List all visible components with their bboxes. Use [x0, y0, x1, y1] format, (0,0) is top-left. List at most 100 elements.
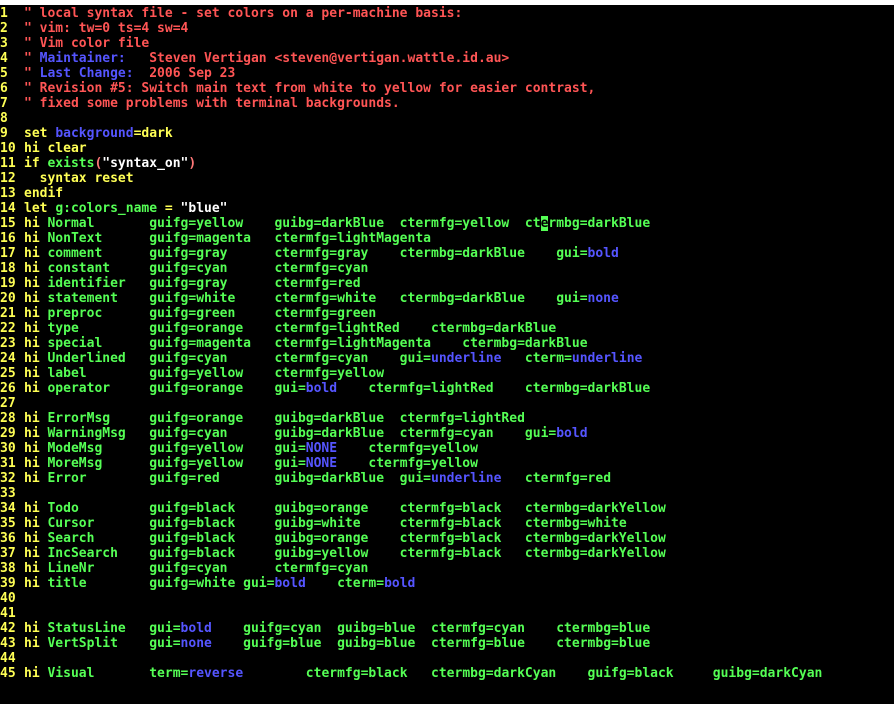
line-number: 39	[0, 576, 16, 591]
code-token: endif	[24, 186, 64, 201]
code-token: hi	[24, 321, 48, 336]
code-token: hi clear	[24, 141, 87, 156]
code-token: g:colors_name	[55, 201, 158, 216]
line-number: 1	[0, 6, 8, 21]
code-token: 2006 Sep 23	[133, 66, 236, 81]
line-number: 37	[0, 546, 16, 561]
editor-line[interactable]: 38 hi LineNr guifg=cyan ctermfg=cyan	[0, 561, 894, 576]
code-token: if	[24, 156, 48, 171]
editor-line[interactable]: 19 hi identifier guifg=gray ctermfg=red	[0, 276, 894, 291]
code-token: NONE	[305, 456, 338, 471]
editor-line[interactable]: 1 " local syntax file - set colors on a p…	[0, 6, 894, 21]
code-token: )	[188, 156, 197, 171]
code-token: WarningMsg guifg=cyan guibg=darkBlue cte…	[47, 426, 557, 441]
code-token: hi	[24, 576, 48, 591]
editor-line[interactable]: 30 hi ModeMsg guifg=yellow gui=NONE cterm…	[0, 441, 894, 456]
code-token: LineNr guifg=cyan ctermfg=cyan	[47, 561, 369, 576]
line-number: 31	[0, 456, 16, 471]
editor-line[interactable]: 4 " Maintainer: Steven Vertigan <steven@v…	[0, 51, 894, 66]
code-token: =	[157, 201, 181, 216]
editor-line[interactable]: 20 hi statement guifg=white ctermfg=white…	[0, 291, 894, 306]
line-number: 12	[0, 171, 16, 186]
buffer-text[interactable]: 1 " local syntax file - set colors on a p…	[0, 5, 894, 681]
line-number: 10	[0, 141, 16, 156]
code-token: let	[24, 201, 56, 216]
editor-line[interactable]: 12 syntax reset	[0, 171, 894, 186]
line-number: 6	[0, 81, 8, 96]
editor-line[interactable]: 7 " fixed some problems with terminal bac…	[0, 96, 894, 111]
code-token: hi	[24, 471, 48, 486]
editor-line[interactable]: 27	[0, 396, 894, 411]
editor-line[interactable]: 39 hi title guifg=white gui=bold cterm=bo…	[0, 576, 894, 591]
editor-line[interactable]: 14 let g:colors_name = "blue"	[0, 201, 894, 216]
editor-line[interactable]: 3 " Vim color file	[0, 36, 894, 51]
editor-line[interactable]: 17 hi comment guifg=gray ctermfg=gray cte…	[0, 246, 894, 261]
code-token: hi	[24, 636, 48, 651]
line-number: 16	[0, 231, 16, 246]
code-token: none	[180, 636, 212, 651]
editor-line[interactable]: 42 hi StatusLine gui=bold guifg=cyan guib…	[0, 621, 894, 636]
editor-line[interactable]: 29 hi WarningMsg guifg=cyan guibg=darkBlu…	[0, 426, 894, 441]
code-token: bold	[556, 426, 588, 441]
editor-line[interactable]: 22 hi type guifg=orange ctermfg=lightRed …	[0, 321, 894, 336]
editor-line[interactable]: 31 hi MoreMsg guifg=yellow gui=NONE cterm…	[0, 456, 894, 471]
code-token: ctermfg=yellow	[337, 456, 478, 471]
editor-line[interactable]: 34 hi Todo guifg=black guibg=orange cterm…	[0, 501, 894, 516]
line-number: 45	[0, 666, 16, 681]
editor-line[interactable]: 9 set background=dark	[0, 126, 894, 141]
code-token: " fixed some problems with terminal back…	[24, 96, 400, 111]
editor-line[interactable]: 26 hi operator guifg=orange gui=bold cter…	[0, 381, 894, 396]
editor-line[interactable]: 6 " Revision #5: Switch main text from wh…	[0, 81, 894, 96]
line-number: 29	[0, 426, 16, 441]
editor-line[interactable]: 18 hi constant guifg=cyan ctermfg=cyan	[0, 261, 894, 276]
editor-line[interactable]: 10 hi clear	[0, 141, 894, 156]
code-token: operator guifg=orange gui=	[47, 381, 306, 396]
line-number: 18	[0, 261, 16, 276]
code-token: title guifg=white gui=	[47, 576, 275, 591]
editor-line[interactable]: 45 hi Visual term=reverse ctermfg=black c…	[0, 666, 894, 681]
editor-line[interactable]: 15 hi Normal guifg=yellow guibg=darkBlue …	[0, 216, 894, 231]
editor-line[interactable]: 36 hi Search guifg=black guibg=orange cte…	[0, 531, 894, 546]
line-number: 19	[0, 276, 16, 291]
editor-line[interactable]: 44	[0, 651, 894, 666]
editor-line[interactable]: 13 endif	[0, 186, 894, 201]
code-token: hi	[24, 276, 48, 291]
code-token: ctermfg=black ctermbg=darkCyan guifg=bla…	[243, 666, 823, 681]
editor-line[interactable]: 35 hi Cursor guifg=black guibg=white cter…	[0, 516, 894, 531]
editor-line[interactable]: 25 hi label guifg=yellow ctermfg=yellow	[0, 366, 894, 381]
vim-editor[interactable]: 1 " local syntax file - set colors on a p…	[0, 0, 894, 704]
code-token: hi	[24, 456, 48, 471]
code-token: reverse	[188, 666, 244, 681]
editor-line[interactable]: 41	[0, 606, 894, 621]
code-token: hi	[24, 351, 48, 366]
code-token: hi	[24, 531, 48, 546]
editor-line[interactable]: 2 " vim: tw=0 ts=4 sw=4	[0, 21, 894, 36]
editor-line[interactable]: 21 hi preproc guifg=green ctermfg=green	[0, 306, 894, 321]
code-token: hi	[24, 381, 48, 396]
code-token: exists	[47, 156, 95, 171]
line-number: 17	[0, 246, 16, 261]
code-token: ctermfg=lightRed ctermbg=darkBlue	[337, 381, 651, 396]
code-token: hi	[24, 546, 48, 561]
editor-line[interactable]: 37 hi IncSearch guifg=black guibg=yellow …	[0, 546, 894, 561]
code-token: bold	[384, 576, 416, 591]
editor-line[interactable]: 11 if exists("syntax_on")	[0, 156, 894, 171]
editor-line[interactable]: 43 hi VertSplit gui=none guifg=blue guibg…	[0, 636, 894, 651]
line-number: 33	[0, 486, 16, 501]
editor-line[interactable]: 28 hi ErrorMsg guifg=orange guibg=darkBlu…	[0, 411, 894, 426]
code-token: " Revision #5: Switch main text from whi…	[24, 81, 596, 96]
editor-line[interactable]: 24 hi Underlined guifg=cyan ctermfg=cyan …	[0, 351, 894, 366]
editor-line[interactable]: 23 hi special guifg=magenta ctermfg=light…	[0, 336, 894, 351]
line-number: 32	[0, 471, 16, 486]
editor-line[interactable]: 5 " Last Change: 2006 Sep 23	[0, 66, 894, 81]
code-token: Visual term=	[47, 666, 189, 681]
editor-line[interactable]: 32 hi Error guifg=red guibg=darkBlue gui=…	[0, 471, 894, 486]
line-number: 28	[0, 411, 16, 426]
editor-line[interactable]: 16 hi NonText guifg=magenta ctermfg=light…	[0, 231, 894, 246]
editor-line[interactable]: 33	[0, 486, 894, 501]
code-token: "syntax_on"	[102, 156, 189, 171]
editor-line[interactable]: 8	[0, 111, 894, 126]
code-token: statement guifg=white ctermfg=white cter…	[47, 291, 588, 306]
editor-line[interactable]: 40	[0, 591, 894, 606]
code-token: cterm=	[305, 576, 385, 591]
